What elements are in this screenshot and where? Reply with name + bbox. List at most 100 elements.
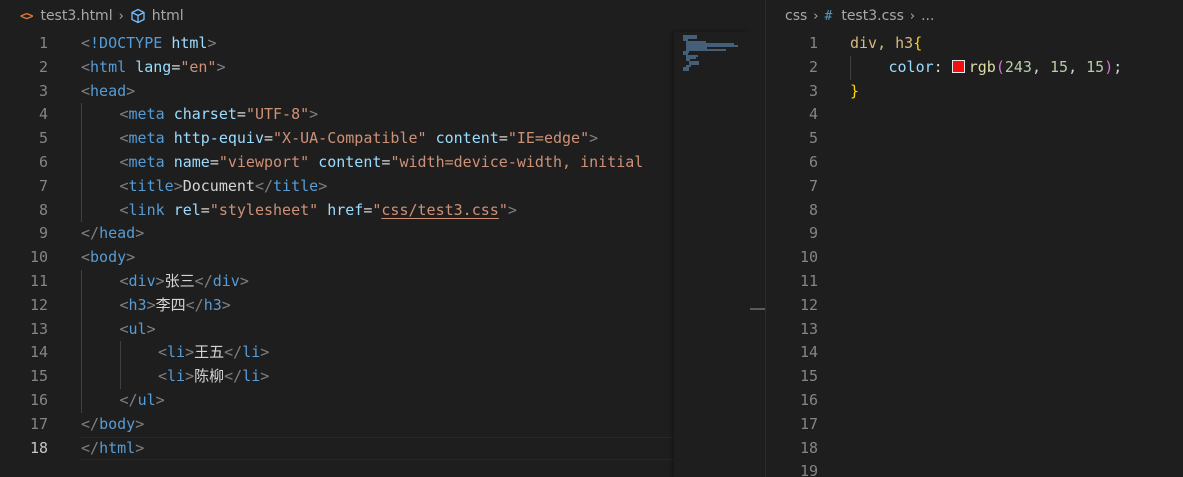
line-number: 12 (29, 295, 48, 314)
code-line[interactable]: 8 (766, 199, 1183, 223)
vertical-scrollbar[interactable] (750, 32, 765, 477)
minimap[interactable] (674, 32, 750, 477)
line-content: <ul> (120, 318, 156, 342)
code-token: "viewport" (218, 152, 310, 171)
code-line[interactable]: 4 (766, 103, 1183, 127)
line-content: <body> (81, 246, 135, 270)
line-number: 11 (799, 271, 818, 290)
code-line[interactable]: 2 <html lang="en"> (0, 56, 765, 80)
code-line[interactable]: 18 (766, 437, 1183, 461)
code-token: head (99, 224, 136, 243)
code-token: > (185, 367, 195, 386)
code-token: < (119, 129, 129, 148)
code-line[interactable]: 15 (766, 365, 1183, 389)
line-content: </html> (81, 437, 144, 461)
code-line[interactable]: 16 (766, 389, 1183, 413)
code-token: Document (182, 176, 255, 195)
line-number: 11 (29, 271, 48, 290)
line-number: 3 (808, 81, 818, 100)
editor-pane-css[interactable]: css › # test3.css › ... 1 div, h3{2 color:… (766, 0, 1183, 477)
code-line[interactable]: 11 (766, 270, 1183, 294)
color-swatch[interactable] (951, 59, 965, 73)
code-token: > (507, 200, 517, 219)
code-line[interactable]: 14 (766, 341, 1183, 365)
code-line[interactable]: 8 <link rel="stylesheet" href="css/test3.… (0, 199, 765, 223)
breadcrumb-file[interactable]: <> test3.html (20, 8, 113, 24)
breadcrumb-symbol[interactable]: ... (921, 8, 934, 24)
code-token: "X-UA-Compatible" (273, 129, 427, 148)
code-line[interactable]: 6 <meta name="viewport" content="width=de… (0, 151, 765, 175)
code-token: ; (1113, 57, 1123, 76)
code-line[interactable]: 13 (766, 318, 1183, 342)
code-token: > (207, 34, 217, 52)
code-token: link (128, 200, 165, 219)
code-line[interactable]: 9 </head> (0, 222, 765, 246)
code-line[interactable]: 3} (766, 80, 1183, 104)
code-token: li (167, 343, 186, 362)
line-number: 4 (808, 105, 818, 124)
line-number: 1 (808, 34, 818, 52)
code-token: "UTF-8" (245, 105, 310, 124)
code-token: li (242, 367, 261, 386)
code-line[interactable]: 18 </html> (0, 437, 765, 461)
code-token: !DOCTYPE (90, 34, 163, 52)
code-token: { (913, 34, 923, 52)
code-line[interactable]: 17 (766, 413, 1183, 437)
code-line[interactable]: 15 <li>陈柳</li> (0, 365, 765, 389)
code-line[interactable]: 7 <title>Document</title> (0, 175, 765, 199)
code-token: 15 (1050, 57, 1069, 76)
editor-pane-html[interactable]: <> test3.html › html 1 <!DOCTYPE html> 2 <h… (0, 0, 765, 477)
breadcrumb-file[interactable]: # test3.css (825, 8, 904, 24)
code-line[interactable]: 1 div, h3{ (766, 32, 1183, 56)
line-content: <title>Document</title> (120, 175, 328, 199)
line-number: 9 (38, 224, 48, 243)
code-line[interactable]: 5 <meta http-equiv="X-UA-Compatible" cont… (0, 127, 765, 151)
code-token: body (90, 248, 127, 267)
code-line[interactable]: 6 (766, 151, 1183, 175)
breadcrumb-symbol[interactable]: html (130, 8, 184, 24)
code-token: meta (128, 129, 165, 148)
code-line[interactable]: 2 color: rgb(243, 15, 15); (766, 56, 1183, 80)
indent-guide (850, 55, 851, 80)
code-area[interactable]: 1 div, h3{2 color: rgb(243, 15, 15); 3} 4 5 6 7… (766, 32, 1183, 477)
code-line[interactable]: 16 </ul> (0, 389, 765, 413)
line-content: </body> (81, 413, 144, 437)
line-content: } (850, 80, 859, 104)
code-token: meta (128, 152, 165, 171)
indent-guide (81, 270, 82, 413)
code-area[interactable]: 1 <!DOCTYPE html> 2 <html lang="en"> 3 <head>… (0, 32, 765, 461)
code-line[interactable]: 5 (766, 127, 1183, 151)
code-token: </ (185, 295, 204, 314)
line-number: 13 (799, 319, 818, 338)
code-token: = (209, 152, 219, 171)
code-token: < (119, 105, 129, 124)
breadcrumb-folder[interactable]: css (785, 8, 807, 24)
code-token: h3 (203, 295, 222, 314)
code-token: rel (173, 200, 201, 219)
code-line[interactable]: 10 <body> (0, 246, 765, 270)
line-number: 1 (38, 34, 48, 52)
code-token: < (119, 295, 129, 314)
code-line[interactable]: 3 <head> (0, 80, 765, 104)
code-line[interactable]: 1 <!DOCTYPE html> (0, 32, 765, 56)
code-line[interactable]: 13 <ul> (0, 318, 765, 342)
code-line[interactable]: 14 <li>王五</li> (0, 341, 765, 365)
code-line[interactable]: 12 <h3>李四</h3> (0, 294, 765, 318)
line-content: <li>王五</li> (158, 341, 269, 365)
code-line[interactable]: 9 (766, 222, 1183, 246)
code-line[interactable]: 12 (766, 294, 1183, 318)
code-line[interactable]: 17 </body> (0, 413, 765, 437)
code-line[interactable]: 7 (766, 175, 1183, 199)
code-token: < (119, 319, 129, 338)
code-line[interactable]: 4 <meta charset="UTF-8"> (0, 103, 765, 127)
code-token: ul (137, 390, 156, 409)
code-line[interactable]: 11 <div>张三</div> (0, 270, 765, 294)
code-token: < (158, 343, 168, 362)
line-content: <html lang="en"> (81, 56, 226, 80)
code-line[interactable]: 19 (766, 460, 1183, 477)
code-line[interactable]: 10 (766, 246, 1183, 270)
line-number: 14 (799, 343, 818, 362)
code-token: > (135, 438, 145, 457)
code-token: < (119, 152, 129, 171)
code-token: title (273, 176, 319, 195)
